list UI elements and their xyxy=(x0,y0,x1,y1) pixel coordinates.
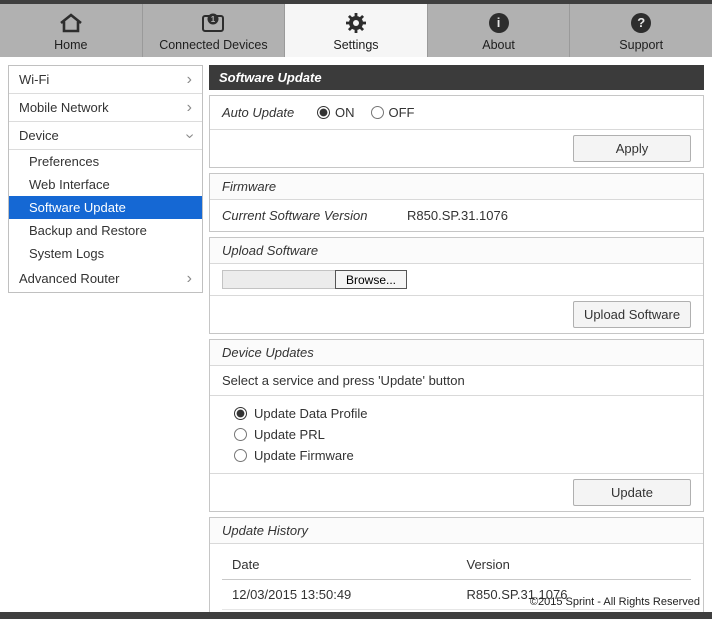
history-date-cell: 12/03/2015 13:50:49 xyxy=(222,579,457,610)
firmware-section-header: Firmware xyxy=(210,174,703,199)
sidebar-item-web-interface[interactable]: Web Interface xyxy=(9,173,202,196)
sidebar-item-label: Wi-Fi xyxy=(19,72,50,87)
firmware-section: Firmware Current Software Version R850.S… xyxy=(209,173,704,232)
upload-software-button[interactable]: Upload Software xyxy=(573,301,691,328)
table-header-row: Date Version xyxy=(222,550,691,580)
update-history-header: Update History xyxy=(210,518,703,543)
sidebar-item-device[interactable]: Device › xyxy=(9,122,202,150)
auto-update-on-radio[interactable] xyxy=(317,106,330,119)
main-nav-tabs: Home 1 Connected Devices Settings i Abou… xyxy=(0,4,712,57)
browse-button[interactable]: Browse... xyxy=(335,270,408,289)
service-radio-group: Update Data Profile Update PRL Update Fi… xyxy=(210,395,703,473)
content-area: Wi-Fi › Mobile Network › Device › Prefer… xyxy=(0,57,712,619)
tab-label: Support xyxy=(619,37,664,52)
sidebar-item-advanced-router[interactable]: Advanced Router › xyxy=(9,265,202,292)
chevron-right-icon: › xyxy=(186,70,192,88)
radio-label: Update PRL xyxy=(254,427,325,442)
update-data-profile-radio[interactable] xyxy=(234,407,247,420)
sidebar-item-label: Software Update xyxy=(29,200,126,215)
tab-about[interactable]: i About xyxy=(428,4,571,57)
sidebar-item-label: Backup and Restore xyxy=(29,223,147,238)
sidebar-item-backup-restore[interactable]: Backup and Restore xyxy=(9,219,202,242)
radio-label: OFF xyxy=(388,105,415,120)
current-version-label: Current Software Version xyxy=(222,208,368,223)
auto-update-section: Auto Update ON OFF Apply xyxy=(209,95,704,168)
sidebar-item-label: Mobile Network xyxy=(19,100,109,115)
service-instruction: Select a service and press 'Update' butt… xyxy=(210,365,703,395)
sidebar-item-label: Preferences xyxy=(29,154,100,169)
file-path-field[interactable] xyxy=(222,270,335,289)
bottom-dark-strip xyxy=(0,612,712,619)
radio-label: Update Data Profile xyxy=(254,406,368,421)
sidebar-item-software-update[interactable]: Software Update xyxy=(9,196,202,219)
update-button[interactable]: Update xyxy=(573,479,691,506)
update-firmware-radio[interactable] xyxy=(234,449,247,462)
tab-settings[interactable]: Settings xyxy=(285,4,428,57)
upload-section-header: Upload Software xyxy=(210,238,703,263)
history-col-date: Date xyxy=(222,550,457,580)
radio-label: Update Firmware xyxy=(254,448,354,463)
current-version-value: R850.SP.31.1076 xyxy=(407,208,508,223)
tab-label: Home xyxy=(54,37,88,52)
info-icon: i xyxy=(488,11,509,35)
sidebar-item-system-logs[interactable]: System Logs xyxy=(9,242,202,265)
tab-label: Connected Devices xyxy=(159,37,268,52)
auto-update-radio-group: ON OFF xyxy=(317,105,415,120)
history-col-version: Version xyxy=(456,550,691,580)
upload-software-section: Upload Software Browse... Upload Softwar… xyxy=(209,237,704,334)
router-admin-page: Home 1 Connected Devices Settings i Abou… xyxy=(0,0,712,619)
chevron-down-icon: › xyxy=(181,132,199,139)
gear-icon xyxy=(344,11,368,35)
sidebar-item-label: System Logs xyxy=(29,246,105,261)
settings-sidebar: Wi-Fi › Mobile Network › Device › Prefer… xyxy=(8,65,203,293)
auto-update-off-radio[interactable] xyxy=(370,106,384,119)
tab-label: About xyxy=(482,37,515,52)
tab-connected-devices[interactable]: 1 Connected Devices xyxy=(143,4,286,57)
tab-label: Settings xyxy=(333,37,379,52)
copyright-text: ©2015 Sprint - All Rights Reserved xyxy=(529,596,700,608)
device-updates-section: Device Updates Select a service and pres… xyxy=(209,339,704,512)
device-updates-header: Device Updates xyxy=(210,340,703,365)
device-count-badge: 1 xyxy=(211,15,216,24)
sidebar-item-label: Advanced Router xyxy=(19,271,120,286)
sidebar-item-label: Web Interface xyxy=(29,177,110,192)
radio-label: ON xyxy=(335,105,355,120)
sidebar-item-preferences[interactable]: Preferences xyxy=(9,150,202,173)
home-icon xyxy=(58,11,84,35)
chevron-right-icon: › xyxy=(186,98,192,116)
software-update-panel: Software Update Auto Update ON OFF Apply… xyxy=(209,65,704,619)
tab-home[interactable]: Home xyxy=(0,4,143,57)
question-icon: ? xyxy=(631,11,652,35)
sidebar-item-mobile-network[interactable]: Mobile Network › xyxy=(9,94,202,122)
connected-devices-icon: 1 xyxy=(200,11,226,35)
sidebar-item-wifi[interactable]: Wi-Fi › xyxy=(9,66,202,94)
update-prl-radio[interactable] xyxy=(234,428,247,441)
chevron-right-icon: › xyxy=(186,269,192,287)
page-title: Software Update xyxy=(209,65,704,90)
tab-support[interactable]: ? Support xyxy=(570,4,712,57)
apply-button[interactable]: Apply xyxy=(573,135,691,162)
auto-update-label: Auto Update xyxy=(222,105,295,120)
sidebar-item-label: Device xyxy=(19,128,59,143)
